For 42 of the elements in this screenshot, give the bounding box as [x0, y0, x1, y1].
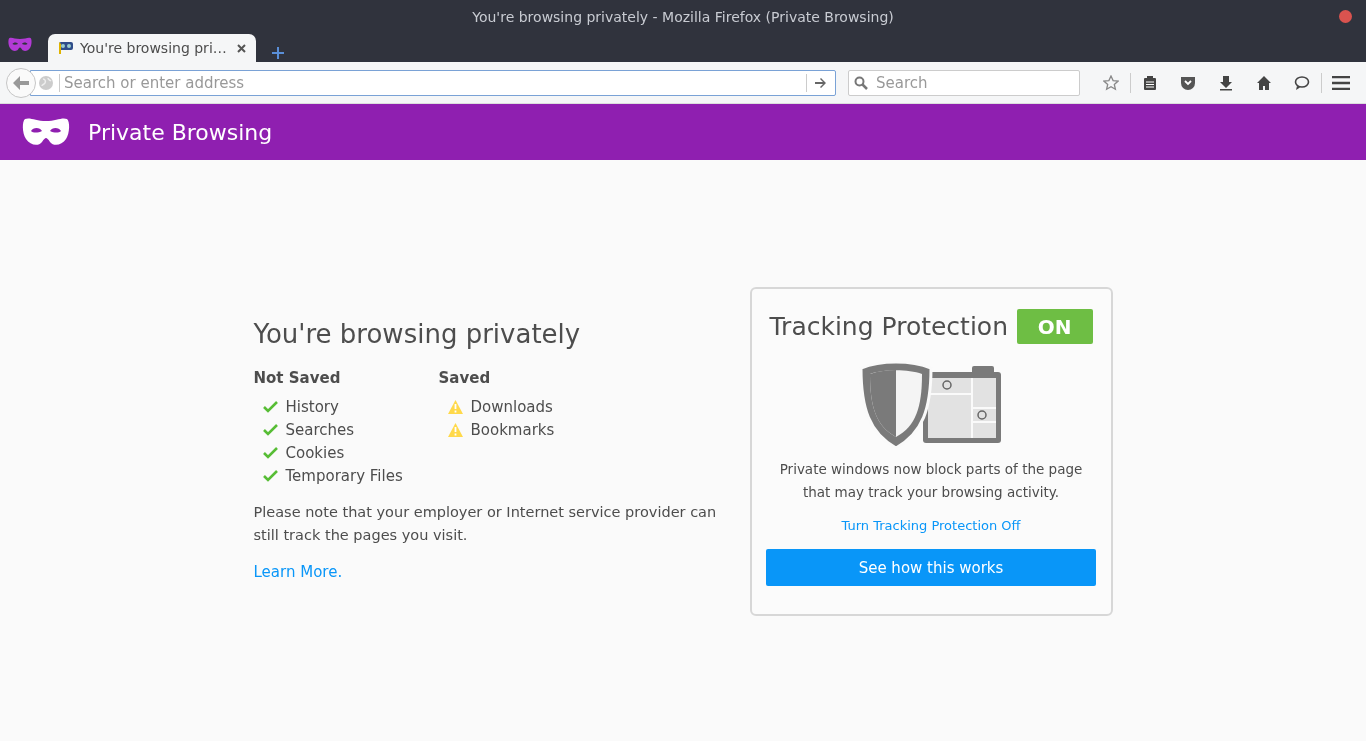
learn-more-link[interactable]: Learn More.	[253, 563, 343, 581]
address-bar[interactable]: Search or enter address	[30, 69, 836, 96]
back-arrow-icon	[13, 75, 29, 90]
see-how-button[interactable]: See how this works	[766, 549, 1096, 586]
check-icon	[262, 469, 278, 482]
column-heading: Not Saved	[253, 369, 342, 387]
list-item: Searches	[285, 420, 355, 439]
list-item: Downloads	[470, 397, 553, 416]
go-arrow-icon[interactable]	[815, 77, 827, 88]
status-badge: ON	[1016, 309, 1093, 344]
warning-icon	[447, 422, 463, 437]
window-title: You're browsing privately - Mozilla Firefox (Private Browsing)	[472, 9, 894, 25]
download-icon	[1218, 74, 1234, 91]
note-text: Please note that your employer or Internet service provider can still track the pages you visit.	[253, 503, 718, 545]
page-heading: You're browsing privately	[253, 319, 582, 349]
check-icon	[262, 400, 278, 413]
globe-icon	[39, 75, 53, 90]
close-tab-icon[interactable]	[237, 43, 246, 53]
description-text: Private windows now block parts of the page that may track your browsing activity.	[778, 460, 1084, 502]
home-icon	[1256, 74, 1272, 91]
clipboard-list-icon	[1142, 74, 1158, 91]
close-button[interactable]	[1339, 10, 1352, 23]
banner-title: Private Browsing	[88, 119, 273, 145]
list-item: History	[285, 397, 339, 416]
turn-off-link[interactable]: Turn Tracking Protection Off	[841, 518, 1021, 533]
back-button[interactable]	[6, 67, 36, 98]
column-heading: Saved	[438, 369, 492, 387]
new-tab-icon[interactable]	[272, 47, 284, 59]
search-bar[interactable]: Search	[848, 69, 1080, 96]
speech-bubble-icon	[1294, 74, 1310, 91]
pocket-icon	[1180, 74, 1196, 91]
search-icon	[854, 75, 868, 90]
list-item: Bookmarks	[470, 420, 555, 439]
browser-tab[interactable]: You're browsing pri…	[48, 34, 256, 62]
star-icon	[1103, 74, 1119, 91]
menu-icon	[1332, 75, 1350, 90]
list-item: Cookies	[285, 443, 345, 462]
list-item: Temporary Files	[285, 466, 403, 485]
check-icon	[262, 446, 278, 459]
warning-icon	[447, 399, 463, 414]
card-title: Tracking Protection	[769, 312, 1008, 341]
check-icon	[262, 423, 278, 436]
